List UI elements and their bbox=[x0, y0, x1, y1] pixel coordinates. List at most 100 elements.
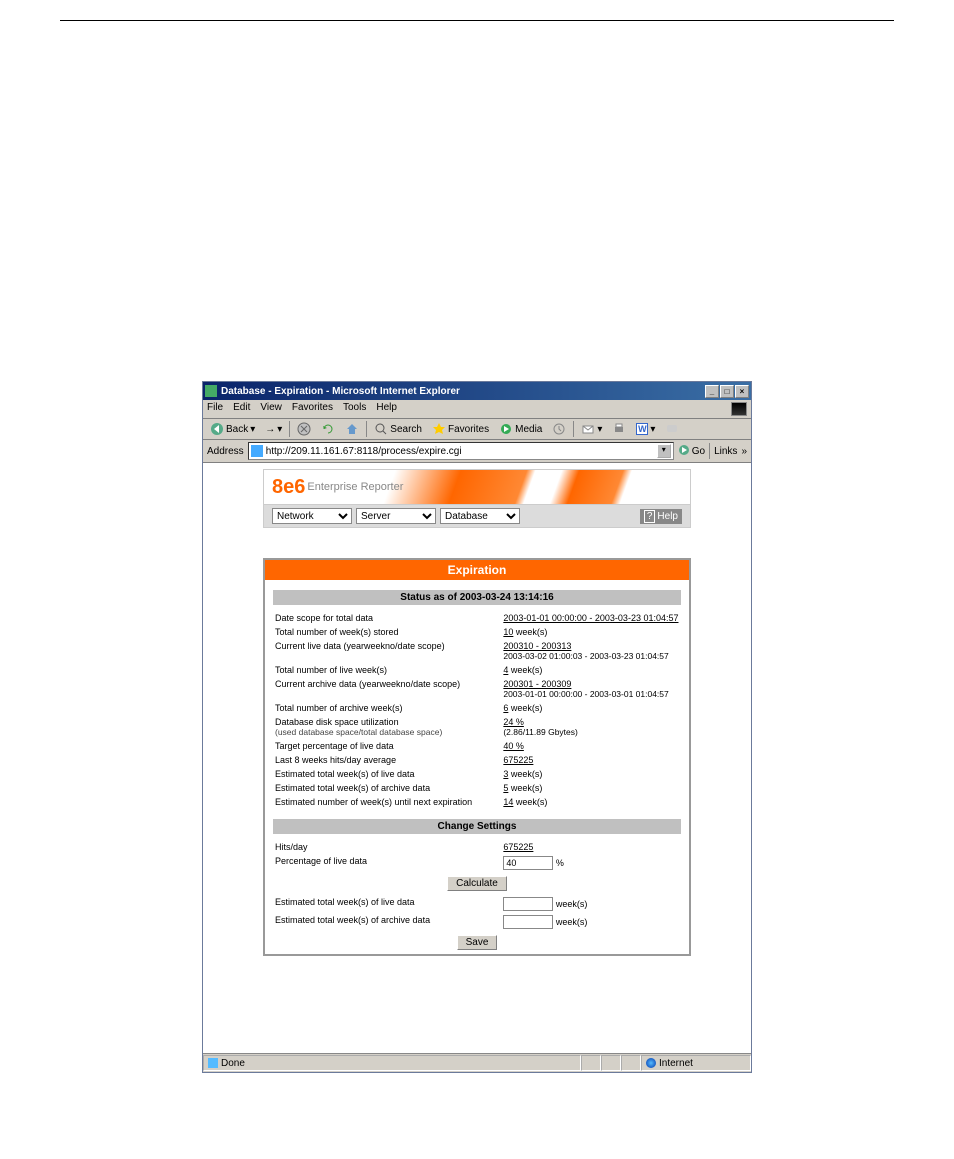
status-row: Total number of live week(s)4 week(s) bbox=[275, 663, 679, 677]
search-icon bbox=[374, 422, 388, 436]
dropdown-arrow-icon: ▾ bbox=[597, 424, 602, 435]
stop-icon bbox=[297, 422, 311, 436]
back-arrow-icon bbox=[210, 422, 224, 436]
home-button[interactable] bbox=[342, 421, 362, 437]
calculate-button[interactable]: Calculate bbox=[447, 876, 507, 891]
status-row: Estimated number of week(s) until next e… bbox=[275, 795, 679, 809]
nav-select-row: Network Server Database ? Help bbox=[263, 505, 691, 528]
status-cell bbox=[581, 1055, 601, 1071]
media-icon bbox=[499, 422, 513, 436]
menu-help[interactable]: Help bbox=[376, 402, 397, 416]
dropdown-arrow-icon: ▾ bbox=[277, 424, 282, 435]
status-row: Last 8 weeks hits/day average675225 bbox=[275, 753, 679, 767]
menu-view[interactable]: View bbox=[260, 402, 282, 416]
status-zone: Internet bbox=[641, 1055, 751, 1071]
titlebar: Database - Expiration - Microsoft Intern… bbox=[203, 382, 751, 400]
est-arch-input[interactable] bbox=[503, 915, 553, 929]
address-label: Address bbox=[207, 446, 244, 457]
search-label: Search bbox=[390, 424, 422, 435]
status-row: Target percentage of live data40 % bbox=[275, 739, 679, 753]
percentage-input[interactable] bbox=[503, 856, 553, 870]
discuss-button[interactable] bbox=[662, 421, 682, 437]
status-cell bbox=[601, 1055, 621, 1071]
address-dropdown-icon[interactable]: ▾ bbox=[657, 444, 671, 458]
edit-button[interactable]: W▾ bbox=[633, 422, 658, 436]
address-field-wrap[interactable]: ▾ bbox=[248, 442, 674, 460]
favorites-label: Favorites bbox=[448, 424, 489, 435]
separator bbox=[289, 421, 290, 437]
chevron-right-icon[interactable]: » bbox=[741, 446, 747, 457]
status-done: Done bbox=[203, 1055, 581, 1071]
help-link[interactable]: ? Help bbox=[640, 509, 682, 524]
internet-icon bbox=[646, 1058, 656, 1068]
status-cell bbox=[621, 1055, 641, 1071]
status-row: Estimated total week(s) of live data3 we… bbox=[275, 767, 679, 781]
menu-favorites[interactable]: Favorites bbox=[292, 402, 333, 416]
settings-rows: Hits/day675225 Percentage of live data %… bbox=[265, 840, 689, 954]
mail-icon bbox=[581, 422, 595, 436]
menubar: File Edit View Favorites Tools Help bbox=[203, 400, 751, 419]
settings-row: Estimated total week(s) of live data wee… bbox=[275, 895, 679, 913]
save-button[interactable]: Save bbox=[457, 935, 498, 950]
refresh-button[interactable] bbox=[318, 421, 338, 437]
links-label[interactable]: Links bbox=[714, 446, 737, 457]
ie-icon bbox=[205, 385, 217, 397]
toolbar: Back ▾ → ▾ Search Favorites Media ▾ W▾ bbox=[203, 419, 751, 440]
back-button[interactable]: Back ▾ bbox=[207, 421, 258, 437]
logo-8e6: 8e6 bbox=[272, 476, 305, 499]
close-button[interactable]: × bbox=[735, 385, 749, 398]
settings-row: Estimated total week(s) of archive data … bbox=[275, 913, 679, 931]
dropdown-arrow-icon: ▾ bbox=[250, 424, 255, 435]
separator bbox=[573, 421, 574, 437]
logo-subtitle: Enterprise Reporter bbox=[307, 481, 403, 493]
word-icon: W bbox=[636, 423, 648, 435]
ie-logo-icon bbox=[731, 402, 747, 416]
dropdown-arrow-icon: ▾ bbox=[650, 424, 655, 435]
maximize-button[interactable]: □ bbox=[720, 385, 734, 398]
window-title: Database - Expiration - Microsoft Intern… bbox=[221, 386, 705, 397]
print-button[interactable] bbox=[609, 421, 629, 437]
settings-header: Change Settings bbox=[273, 819, 681, 834]
menu-edit[interactable]: Edit bbox=[233, 402, 250, 416]
status-row: Current archive data (yearweekno/date sc… bbox=[275, 677, 679, 701]
browser-window: Database - Expiration - Microsoft Intern… bbox=[202, 381, 752, 1073]
addressbar: Address ▾ Go Links » bbox=[203, 440, 751, 463]
history-icon bbox=[552, 422, 566, 436]
status-row: Current live data (yearweekno/date scope… bbox=[275, 639, 679, 663]
statusbar: Done Internet bbox=[203, 1053, 751, 1072]
help-label: Help bbox=[657, 511, 678, 522]
expiration-panel: Expiration Status as of 2003-03-24 13:14… bbox=[263, 558, 691, 956]
go-button[interactable]: Go bbox=[678, 444, 705, 459]
back-label: Back bbox=[226, 424, 248, 435]
status-row: Database disk space utilization(used dat… bbox=[275, 715, 679, 739]
go-label: Go bbox=[692, 446, 705, 457]
go-icon bbox=[678, 444, 690, 459]
est-live-input[interactable] bbox=[503, 897, 553, 911]
print-icon bbox=[612, 422, 626, 436]
media-button[interactable]: Media bbox=[496, 421, 545, 437]
database-select[interactable]: Database bbox=[440, 508, 520, 524]
settings-row: Hits/day675225 bbox=[275, 840, 679, 854]
forward-button[interactable]: → ▾ bbox=[262, 423, 285, 436]
home-icon bbox=[345, 422, 359, 436]
content-area[interactable]: 8e6 Enterprise Reporter Network Server D… bbox=[203, 463, 751, 1053]
network-select[interactable]: Network bbox=[272, 508, 352, 524]
favorites-button[interactable]: Favorites bbox=[429, 421, 492, 437]
stop-button[interactable] bbox=[294, 421, 314, 437]
menu-tools[interactable]: Tools bbox=[343, 402, 366, 416]
address-input[interactable] bbox=[266, 446, 657, 457]
status-row: Estimated total week(s) of archive data5… bbox=[275, 781, 679, 795]
menu-file[interactable]: File bbox=[207, 402, 223, 416]
status-rows: Date scope for total data2003-01-01 00:0… bbox=[265, 611, 689, 809]
server-select[interactable]: Server bbox=[356, 508, 436, 524]
settings-row: Percentage of live data % bbox=[275, 854, 679, 872]
separator bbox=[709, 443, 710, 459]
separator bbox=[366, 421, 367, 437]
status-row: Date scope for total data2003-01-01 00:0… bbox=[275, 611, 679, 625]
minimize-button[interactable]: _ bbox=[705, 385, 719, 398]
help-icon: ? bbox=[644, 510, 656, 523]
history-button[interactable] bbox=[549, 421, 569, 437]
search-button[interactable]: Search bbox=[371, 421, 425, 437]
mail-button[interactable]: ▾ bbox=[578, 421, 605, 437]
product-banner: 8e6 Enterprise Reporter bbox=[263, 469, 691, 505]
